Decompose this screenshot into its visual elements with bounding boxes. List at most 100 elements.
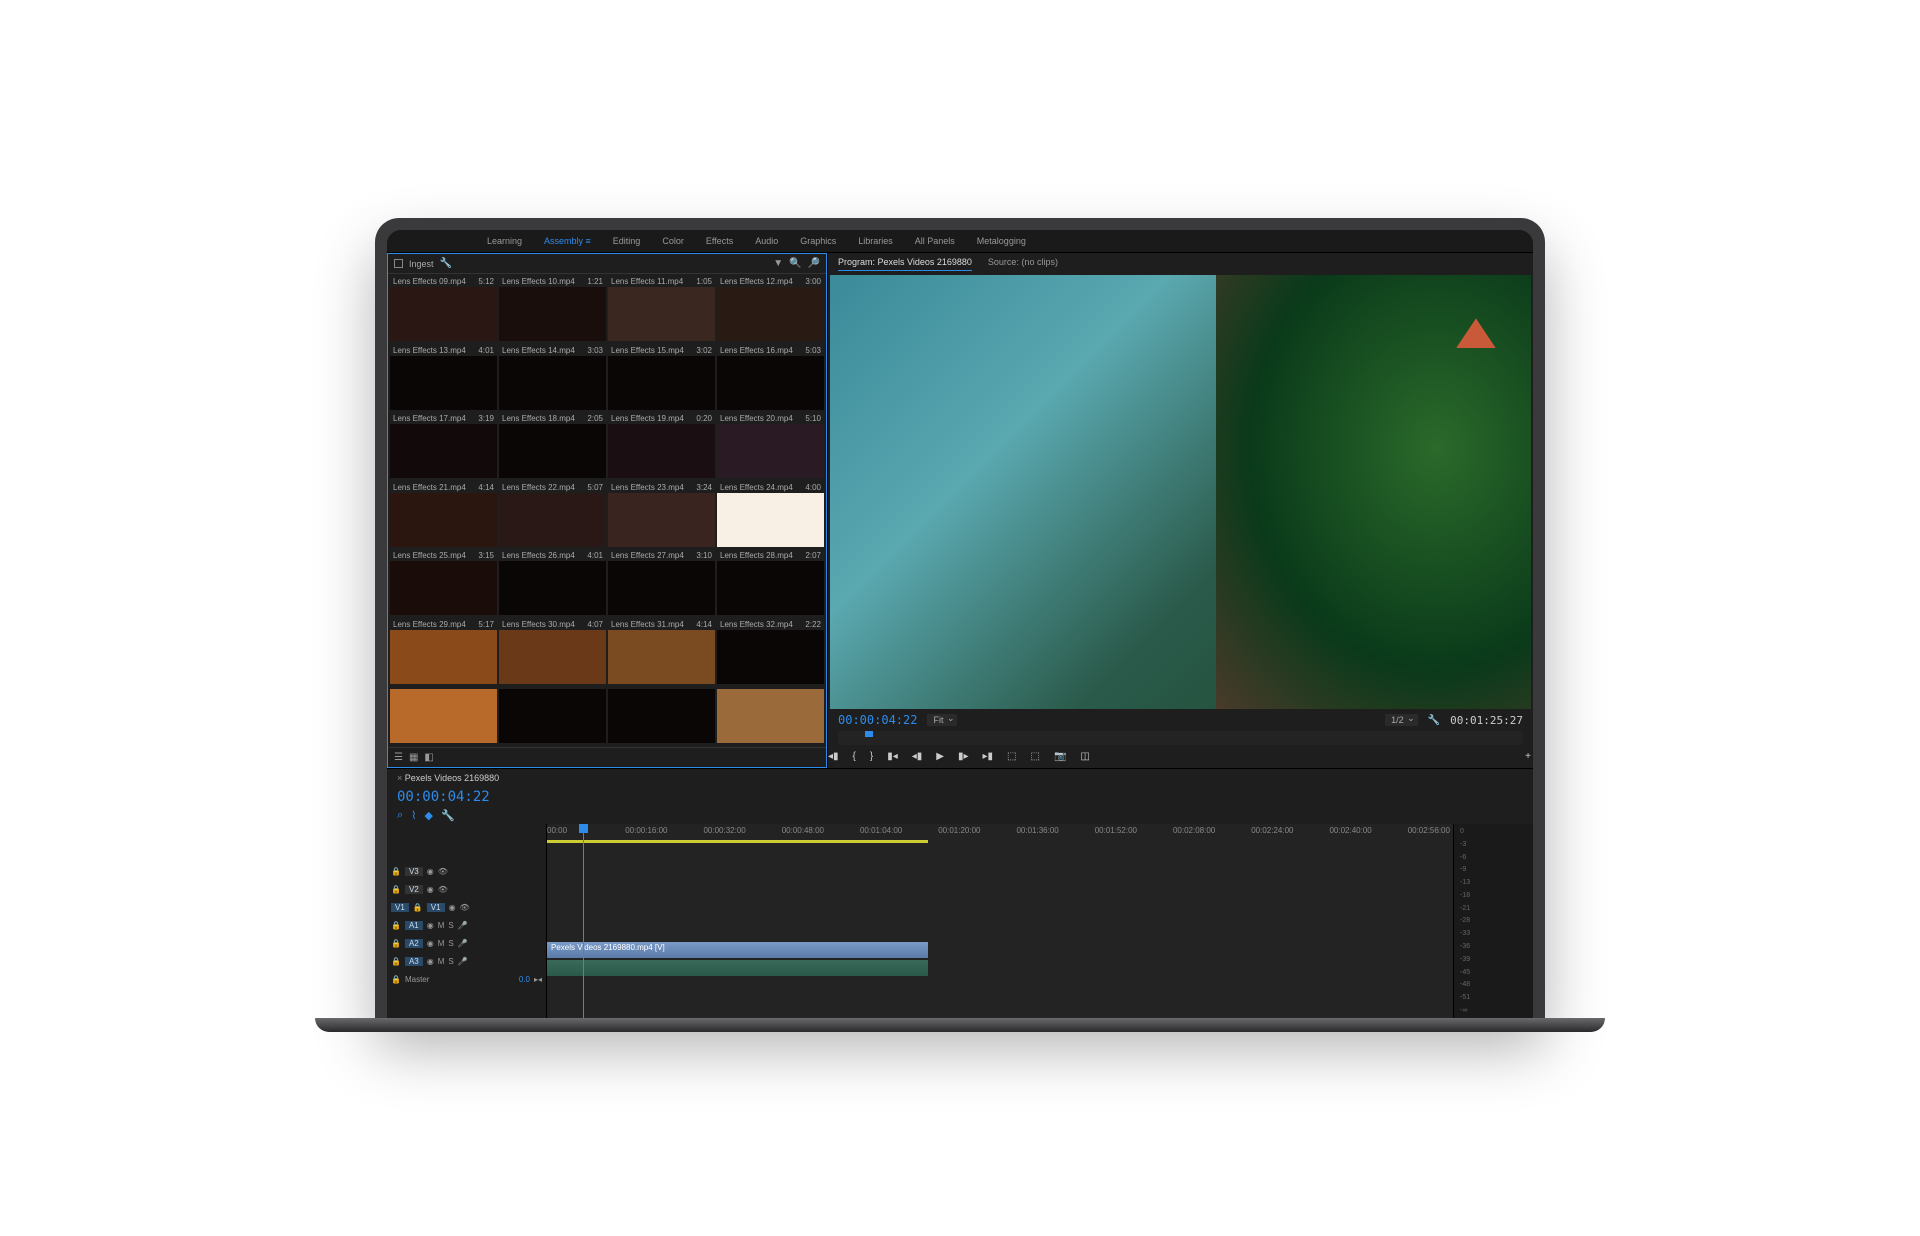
workspace-tab-metalogging[interactable]: Metalogging — [977, 236, 1026, 246]
add-button-icon[interactable]: + — [1525, 751, 1531, 762]
track-a2[interactable]: 🔒A2◉MS🎤 — [387, 934, 546, 952]
list-view-icon[interactable]: ☰ — [394, 752, 403, 763]
media-clip[interactable] — [499, 687, 606, 745]
track-v3[interactable]: 🔒V3◉👁 — [387, 862, 546, 880]
goto-in-icon[interactable]: ▮◂ — [887, 751, 898, 762]
media-clip[interactable]: Lens Effects 29.mp45:17 — [390, 619, 497, 686]
timeline-content[interactable]: 00:0000:00:16:0000:00:32:0000:00:48:0000… — [547, 824, 1453, 1018]
clip-thumbnail[interactable] — [499, 689, 606, 743]
media-clip[interactable]: Lens Effects 17.mp43:19 — [390, 413, 497, 480]
clip-thumbnail[interactable] — [499, 630, 606, 684]
work-area-bar[interactable] — [547, 840, 928, 843]
track-v1[interactable]: V1🔒V1◉👁 — [387, 898, 546, 916]
media-clip[interactable]: Lens Effects 26.mp44:01 — [499, 550, 606, 617]
program-scrubber[interactable] — [838, 731, 1523, 745]
media-clip[interactable]: Lens Effects 28.mp42:07 — [717, 550, 824, 617]
clip-thumbnail[interactable] — [390, 493, 497, 547]
clip-thumbnail[interactable] — [717, 424, 824, 478]
workspace-tab-effects[interactable]: Effects — [706, 236, 733, 246]
clip-thumbnail[interactable] — [608, 689, 715, 743]
in-bracket-icon[interactable]: { — [853, 751, 856, 762]
fit-dropdown[interactable]: Fit — [927, 714, 957, 726]
video-clip[interactable]: Pexels Videos 2169880.mp4 [V] — [547, 942, 928, 958]
media-clip[interactable]: Lens Effects 21.mp44:14 — [390, 482, 497, 549]
clip-thumbnail[interactable] — [717, 287, 824, 341]
clip-thumbnail[interactable] — [499, 493, 606, 547]
workspace-tab-audio[interactable]: Audio — [755, 236, 778, 246]
workspace-tab-graphics[interactable]: Graphics — [800, 236, 836, 246]
track-a1[interactable]: 🔒A1◉MS🎤 — [387, 916, 546, 934]
clip-grid[interactable]: Lens Effects 09.mp45:12Lens Effects 10.m… — [388, 274, 826, 747]
media-clip[interactable]: Lens Effects 23.mp43:24 — [608, 482, 715, 549]
clip-thumbnail[interactable] — [390, 630, 497, 684]
media-clip[interactable]: Lens Effects 09.mp45:12 — [390, 276, 497, 343]
program-tab[interactable]: Program: Pexels Videos 2169880 — [838, 257, 972, 271]
clip-thumbnail[interactable] — [717, 689, 824, 743]
search-icon[interactable]: 🔍 — [789, 258, 801, 269]
media-clip[interactable]: Lens Effects 31.mp44:14 — [608, 619, 715, 686]
ingest-checkbox[interactable] — [394, 259, 403, 268]
marker-icon[interactable]: ◆ — [425, 809, 433, 822]
media-clip[interactable]: Lens Effects 13.mp44:01 — [390, 345, 497, 412]
media-clip[interactable]: Lens Effects 27.mp43:10 — [608, 550, 715, 617]
icon-view-icon[interactable]: ▦ — [409, 752, 418, 763]
program-current-tc[interactable]: 00:00:04:22 — [838, 713, 917, 727]
media-clip[interactable]: Lens Effects 22.mp45:07 — [499, 482, 606, 549]
media-clip[interactable]: Lens Effects 15.mp43:02 — [608, 345, 715, 412]
media-clip[interactable]: Lens Effects 25.mp43:15 — [390, 550, 497, 617]
media-clip[interactable]: Lens Effects 16.mp45:03 — [717, 345, 824, 412]
workspace-tab-color[interactable]: Color — [662, 236, 684, 246]
workspace-tab-all panels[interactable]: All Panels — [915, 236, 955, 246]
clip-thumbnail[interactable] — [608, 561, 715, 615]
export-frame-icon[interactable]: 📷 — [1054, 751, 1066, 762]
audio-clip[interactable] — [547, 960, 928, 976]
clip-thumbnail[interactable] — [390, 287, 497, 341]
media-clip[interactable]: Lens Effects 30.mp44:07 — [499, 619, 606, 686]
linked-sel-icon[interactable]: ⌇ — [411, 809, 416, 822]
clip-thumbnail[interactable] — [717, 493, 824, 547]
media-clip[interactable] — [717, 687, 824, 745]
clip-thumbnail[interactable] — [608, 424, 715, 478]
lift-icon[interactable]: ⬚ — [1007, 751, 1016, 762]
out-bracket-icon[interactable]: } — [870, 751, 873, 762]
media-clip[interactable]: Lens Effects 10.mp41:21 — [499, 276, 606, 343]
settings-icon[interactable]: 🔧 — [1428, 715, 1440, 726]
clip-thumbnail[interactable] — [717, 561, 824, 615]
track-master[interactable]: 🔒Master0.0▸◂ — [387, 970, 546, 988]
comparison-icon[interactable]: ◫ — [1080, 751, 1089, 762]
clip-thumbnail[interactable] — [390, 689, 497, 743]
track-v2[interactable]: 🔒V2◉👁 — [387, 880, 546, 898]
media-clip[interactable] — [608, 687, 715, 745]
media-clip[interactable]: Lens Effects 19.mp40:20 — [608, 413, 715, 480]
clip-thumbnail[interactable] — [390, 356, 497, 410]
clip-thumbnail[interactable] — [717, 630, 824, 684]
media-clip[interactable]: Lens Effects 32.mp42:22 — [717, 619, 824, 686]
clip-thumbnail[interactable] — [499, 287, 606, 341]
clip-thumbnail[interactable] — [608, 287, 715, 341]
clip-thumbnail[interactable] — [717, 356, 824, 410]
wrench-icon[interactable]: 🔧 — [440, 258, 452, 269]
workspace-tab-libraries[interactable]: Libraries — [858, 236, 893, 246]
workspace-tab-learning[interactable]: Learning — [487, 236, 522, 246]
clip-thumbnail[interactable] — [499, 424, 606, 478]
media-clip[interactable]: Lens Effects 24.mp44:00 — [717, 482, 824, 549]
goto-out-icon[interactable]: ▸▮ — [983, 751, 994, 762]
program-monitor[interactable] — [830, 275, 1531, 709]
media-clip[interactable] — [390, 687, 497, 745]
tl-settings-icon[interactable]: 🔧 — [441, 809, 455, 822]
media-clip[interactable]: Lens Effects 20.mp45:10 — [717, 413, 824, 480]
media-clip[interactable]: Lens Effects 18.mp42:05 — [499, 413, 606, 480]
media-clip[interactable]: Lens Effects 14.mp43:03 — [499, 345, 606, 412]
mark-in-icon[interactable]: ◂▮ — [828, 751, 839, 762]
clip-thumbnail[interactable] — [499, 356, 606, 410]
track-a3[interactable]: 🔒A3◉MS🎤 — [387, 952, 546, 970]
media-clip[interactable]: Lens Effects 12.mp43:00 — [717, 276, 824, 343]
zoom-dropdown[interactable]: 1/2 — [1385, 714, 1418, 726]
clip-thumbnail[interactable] — [608, 630, 715, 684]
media-clip[interactable]: Lens Effects 11.mp41:05 — [608, 276, 715, 343]
playhead[interactable] — [583, 824, 584, 1018]
timeline-timecode[interactable]: 00:00:04:22 — [387, 787, 1533, 807]
workspace-tab-assembly[interactable]: Assembly ≡ — [544, 236, 591, 246]
sequence-name[interactable]: Pexels Videos 2169880 — [397, 773, 499, 783]
clip-thumbnail[interactable] — [608, 493, 715, 547]
